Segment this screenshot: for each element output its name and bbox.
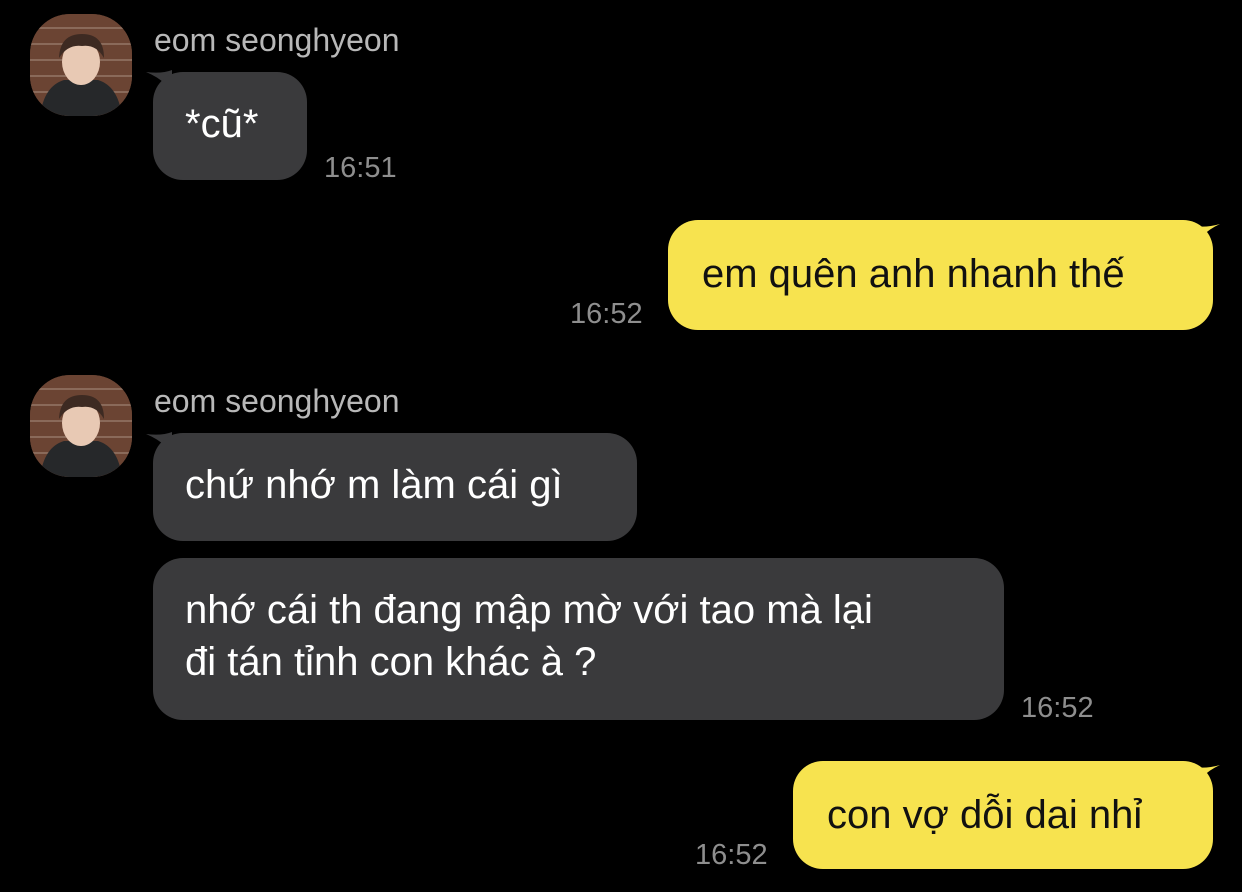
message-text-line: nhớ cái th đang mập mờ với tao mà lại — [185, 588, 873, 632]
message-bubble[interactable]: chứ nhớ m làm cái gì — [153, 433, 637, 541]
message-timestamp: 16:52 — [570, 298, 643, 330]
sender-avatar[interactable] — [30, 375, 132, 477]
message-text-line: đi tán tỉnh con khác à ? — [185, 640, 597, 684]
message-timestamp: 16:51 — [324, 152, 397, 184]
message-bubble[interactable]: *cũ* — [153, 72, 307, 180]
message-text: *cũ* — [185, 102, 259, 146]
avatar-photo — [30, 375, 132, 477]
message-timestamp: 16:52 — [1021, 692, 1094, 724]
message-bubble[interactable]: nhớ cái th đang mập mờ với tao mà lại đi… — [153, 558, 1004, 720]
bubble-tail — [1194, 224, 1220, 252]
message-bubble[interactable]: con vợ dỗi dai nhỉ — [793, 761, 1213, 869]
message-text: chứ nhớ m làm cái gì — [185, 463, 563, 507]
sender-name: eom seonghyeon — [154, 22, 400, 58]
avatar-photo — [30, 14, 132, 116]
message-timestamp: 16:52 — [695, 839, 768, 871]
bubble-tail — [1194, 765, 1220, 793]
message-bubble[interactable]: em quên anh nhanh thế — [668, 220, 1213, 330]
sender-avatar[interactable] — [30, 14, 132, 116]
message-text: con vợ dỗi dai nhỉ — [827, 793, 1143, 837]
sender-name: eom seonghyeon — [154, 383, 400, 419]
message-text: em quên anh nhanh thế — [702, 252, 1125, 296]
